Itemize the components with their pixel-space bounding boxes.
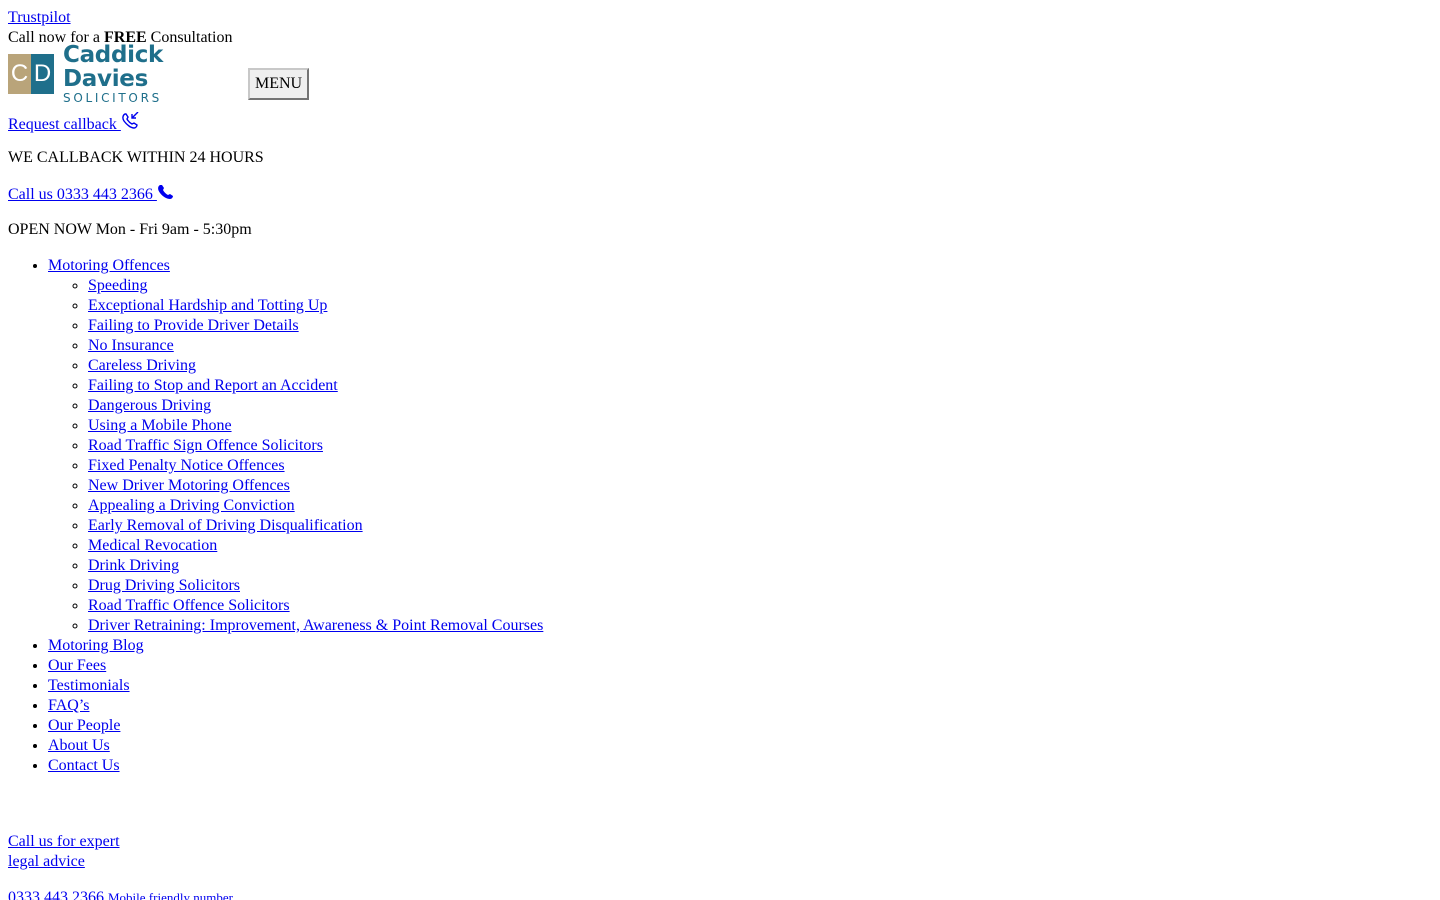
- nav-link-motoring-blog[interactable]: Motoring Blog: [48, 637, 144, 654]
- logo-name: Caddick Davies: [63, 42, 164, 92]
- submenu-link-fixed-penalty[interactable]: Fixed Penalty Notice Offences: [88, 457, 285, 474]
- submenu-link-road-traffic-sign[interactable]: Road Traffic Sign Offence Solicitors: [88, 437, 323, 454]
- nav-link-our-people[interactable]: Our People: [48, 717, 120, 734]
- submenu-item: Failing to Stop and Report an Accident: [88, 376, 1432, 396]
- nav-item-our-people: Our People: [48, 716, 1432, 736]
- nav-item-our-fees: Our Fees: [48, 656, 1432, 676]
- call-us-link[interactable]: Call us 0333 443 2366: [8, 184, 174, 206]
- nav-item-contact-us: Contact Us: [48, 756, 1432, 776]
- expert-advice-link-line1[interactable]: Call us for expert: [8, 832, 1432, 852]
- submenu-link-new-driver[interactable]: New Driver Motoring Offences: [88, 477, 290, 494]
- submenu-item: Drug Driving Solicitors: [88, 576, 1432, 596]
- submenu-link-dangerous-driving[interactable]: Dangerous Driving: [88, 397, 211, 414]
- submenu-item: Failing to Provide Driver Details: [88, 316, 1432, 336]
- nav-link-contact-us[interactable]: Contact Us: [48, 757, 120, 774]
- submenu-link-mobile-phone[interactable]: Using a Mobile Phone: [88, 417, 232, 434]
- nav-item-about-us: About Us: [48, 736, 1432, 756]
- phone-icon: [157, 184, 174, 206]
- nav-link-about-us[interactable]: About Us: [48, 737, 110, 754]
- nav-item-faqs: FAQ’s: [48, 696, 1432, 716]
- call-us-label: Call us 0333 443 2366: [8, 186, 157, 203]
- expert-advice-block: Call us for expert legal advice: [8, 832, 1432, 872]
- submenu-link-failing-driver-details[interactable]: Failing to Provide Driver Details: [88, 317, 299, 334]
- mobile-friendly-note: Mobile friendly number: [108, 890, 233, 900]
- submenu-item: New Driver Motoring Offences: [88, 476, 1432, 496]
- submenu-item: Exceptional Hardship and Totting Up: [88, 296, 1432, 316]
- logo-subtitle: SOLICITORS: [63, 91, 162, 105]
- submenu-link-exceptional-hardship[interactable]: Exceptional Hardship and Totting Up: [88, 297, 327, 314]
- header-logo-row: C D Caddick Davies SOLICITORS MENU: [8, 43, 1432, 105]
- nav-link-our-fees[interactable]: Our Fees: [48, 657, 106, 674]
- nav-link-faqs[interactable]: FAQ’s: [48, 697, 90, 714]
- submenu-item: Dangerous Driving: [88, 396, 1432, 416]
- submenu-item: Road Traffic Offence Solicitors: [88, 596, 1432, 616]
- phone-number: 0333 443 2366: [8, 889, 104, 900]
- phone-number-row: 0333 443 2366 Mobile friendly number: [8, 888, 1432, 900]
- logo-mark-d: D: [31, 54, 54, 94]
- nav-item-testimonials: Testimonials: [48, 676, 1432, 696]
- submenu-item: Using a Mobile Phone: [88, 416, 1432, 436]
- request-callback-link[interactable]: Request callback: [8, 111, 141, 133]
- logo-wordmark: Caddick Davies SOLICITORS: [63, 43, 248, 105]
- submenu-item: Careless Driving: [88, 356, 1432, 376]
- submenu-item: Medical Revocation: [88, 536, 1432, 556]
- submenu-item: Driver Retraining: Improvement, Awarenes…: [88, 616, 1432, 636]
- logo-mark-c: C: [8, 54, 31, 94]
- nav-link-motoring-offences[interactable]: Motoring Offences: [48, 257, 170, 274]
- page: Trustpilot Call now for a FREE Consultat…: [0, 0, 1440, 900]
- request-callback-label: Request callback: [8, 116, 121, 133]
- nav-link-testimonials[interactable]: Testimonials: [48, 677, 130, 694]
- phone-number-link[interactable]: 0333 443 2366 Mobile friendly number: [8, 889, 233, 900]
- opening-hours: OPEN NOW Mon - Fri 9am - 5:30pm: [8, 221, 252, 238]
- submenu-link-early-removal[interactable]: Early Removal of Driving Disqualificatio…: [88, 517, 363, 534]
- nav-item-motoring-blog: Motoring Blog: [48, 636, 1432, 656]
- submenu-item: No Insurance: [88, 336, 1432, 356]
- submenu-link-medical-revocation[interactable]: Medical Revocation: [88, 537, 217, 554]
- submenu-link-speeding[interactable]: Speeding: [88, 277, 148, 294]
- logo-mark-icon: C D: [8, 54, 54, 94]
- submenu-item: Drink Driving: [88, 556, 1432, 576]
- request-callback-row: Request callback: [8, 111, 1432, 133]
- menu-button[interactable]: MENU: [248, 68, 310, 100]
- submenu-link-appealing-conviction[interactable]: Appealing a Driving Conviction: [88, 497, 295, 514]
- expert-advice-link-line2[interactable]: legal advice: [8, 852, 1432, 872]
- nav-item-motoring-offences: Motoring Offences Speeding Exceptional H…: [48, 256, 1432, 636]
- submenu-item: Speeding: [88, 276, 1432, 296]
- callback-promise: WE CALLBACK WITHIN 24 HOURS: [8, 149, 264, 166]
- caddick-davies-logo[interactable]: C D Caddick Davies SOLICITORS: [8, 43, 248, 105]
- motoring-offences-submenu: Speeding Exceptional Hardship and Tottin…: [48, 276, 1432, 636]
- submenu-link-driver-retraining[interactable]: Driver Retraining: Improvement, Awarenes…: [88, 617, 543, 634]
- submenu-link-no-insurance[interactable]: No Insurance: [88, 337, 174, 354]
- submenu-link-drug-driving[interactable]: Drug Driving Solicitors: [88, 577, 240, 594]
- trustpilot-link[interactable]: Trustpilot: [8, 8, 1432, 28]
- submenu-item: Appealing a Driving Conviction: [88, 496, 1432, 516]
- submenu-link-drink-driving[interactable]: Drink Driving: [88, 557, 179, 574]
- submenu-item: Early Removal of Driving Disqualificatio…: [88, 516, 1432, 536]
- phone-callback-icon: [121, 111, 141, 136]
- submenu-link-careless-driving[interactable]: Careless Driving: [88, 357, 196, 374]
- submenu-link-failing-to-stop[interactable]: Failing to Stop and Report an Accident: [88, 377, 338, 394]
- main-navigation: Motoring Offences Speeding Exceptional H…: [8, 256, 1432, 776]
- submenu-item: Road Traffic Sign Offence Solicitors: [88, 436, 1432, 456]
- submenu-item: Fixed Penalty Notice Offences: [88, 456, 1432, 476]
- call-us-row: Call us 0333 443 2366: [8, 184, 1432, 204]
- submenu-link-road-traffic-offence[interactable]: Road Traffic Offence Solicitors: [88, 597, 290, 614]
